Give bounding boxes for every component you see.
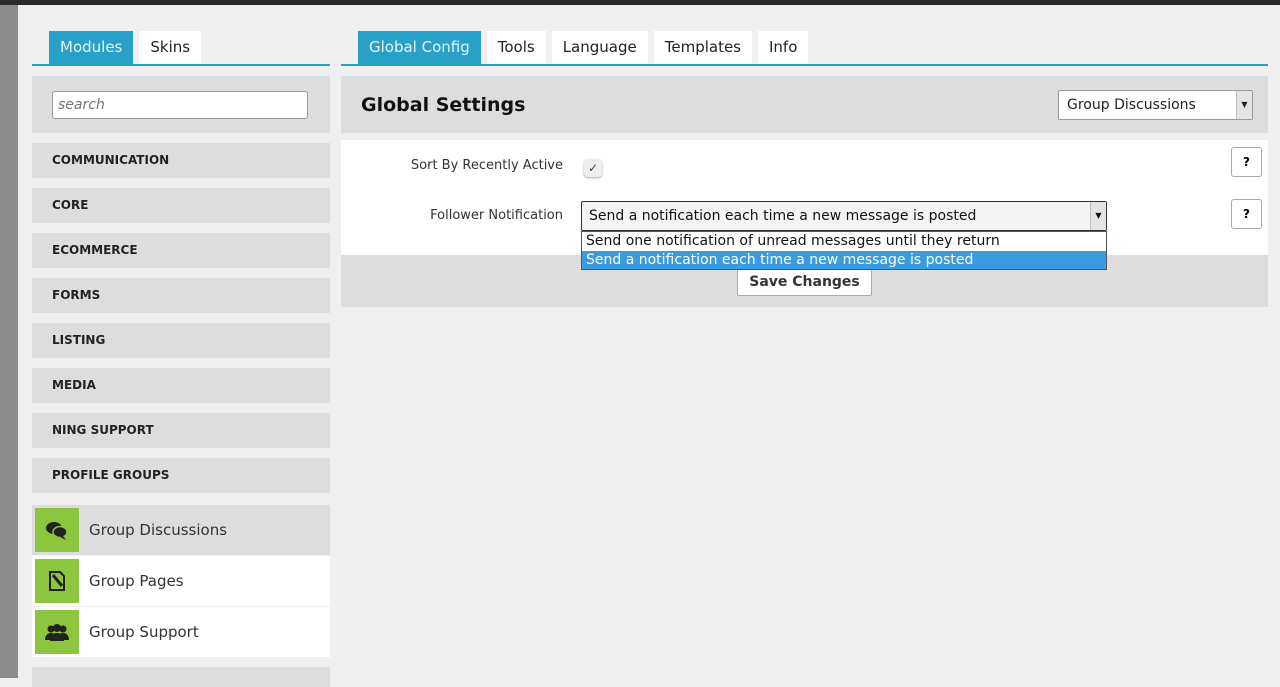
right-tabs: Global Config Tools Language Templates I… bbox=[358, 31, 809, 65]
tab-info[interactable]: Info bbox=[758, 31, 809, 64]
category-communication[interactable]: COMMUNICATION bbox=[32, 143, 330, 178]
tab-tools[interactable]: Tools bbox=[486, 31, 546, 64]
follower-dropdown-list: Send one notification of unread messages… bbox=[581, 231, 1107, 270]
page-edit-icon bbox=[35, 559, 79, 603]
follower-select[interactable]: Send a notification each time a new mess… bbox=[581, 201, 1107, 231]
module-select-value: Group Discussions bbox=[1067, 97, 1196, 113]
main-header: Global Settings Group Discussions ▼ bbox=[341, 76, 1268, 133]
users-group-icon bbox=[35, 610, 79, 654]
tab-underline bbox=[32, 64, 330, 66]
search-panel bbox=[32, 76, 330, 133]
left-tabs: Modules Skins bbox=[49, 31, 202, 65]
module-group-pages[interactable]: Group Pages bbox=[32, 556, 330, 606]
search-input[interactable] bbox=[52, 91, 308, 119]
category-next[interactable] bbox=[32, 667, 330, 687]
help-button[interactable]: ? bbox=[1231, 147, 1262, 177]
tab-language[interactable]: Language bbox=[551, 31, 648, 64]
module-label: Group Support bbox=[89, 623, 199, 641]
tab-modules[interactable]: Modules bbox=[49, 31, 134, 64]
module-select[interactable]: Group Discussions ▼ bbox=[1058, 90, 1253, 120]
left-strip bbox=[0, 5, 18, 678]
sort-checkbox[interactable]: ✓ bbox=[584, 159, 602, 177]
chevron-down-icon: ▼ bbox=[1090, 202, 1106, 230]
module-label: Group Pages bbox=[89, 572, 184, 590]
help-button[interactable]: ? bbox=[1231, 199, 1262, 229]
tab-skins[interactable]: Skins bbox=[139, 31, 202, 64]
module-group-discussions[interactable]: Group Discussions bbox=[32, 505, 330, 555]
chat-bubbles-icon bbox=[35, 508, 79, 552]
sort-label: Sort By Recently Active bbox=[410, 158, 563, 173]
category-ning-support[interactable]: NING SUPPORT bbox=[32, 413, 330, 448]
category-profile-groups[interactable]: PROFILE GROUPS bbox=[32, 458, 330, 493]
category-forms[interactable]: FORMS bbox=[32, 278, 330, 313]
dropdown-option[interactable]: Send one notification of unread messages… bbox=[582, 232, 1106, 251]
module-label: Group Discussions bbox=[89, 521, 228, 539]
category-core[interactable]: CORE bbox=[32, 188, 330, 223]
save-button[interactable]: Save Changes bbox=[737, 268, 872, 296]
category-listing[interactable]: LISTING bbox=[32, 323, 330, 358]
tab-underline bbox=[341, 64, 1268, 66]
tab-templates[interactable]: Templates bbox=[653, 31, 752, 64]
category-ecommerce[interactable]: ECOMMERCE bbox=[32, 233, 330, 268]
chevron-down-icon: ▼ bbox=[1236, 91, 1252, 119]
follower-label: Follower Notification bbox=[430, 208, 563, 223]
tab-global-config[interactable]: Global Config bbox=[358, 31, 481, 64]
category-media[interactable]: MEDIA bbox=[32, 368, 330, 403]
follower-select-value: Send a notification each time a new mess… bbox=[589, 208, 977, 224]
module-group-support[interactable]: Group Support bbox=[32, 607, 330, 657]
dropdown-option-selected[interactable]: Send a notification each time a new mess… bbox=[582, 250, 1106, 269]
top-bar bbox=[0, 0, 1280, 5]
page-title: Global Settings bbox=[361, 94, 526, 116]
